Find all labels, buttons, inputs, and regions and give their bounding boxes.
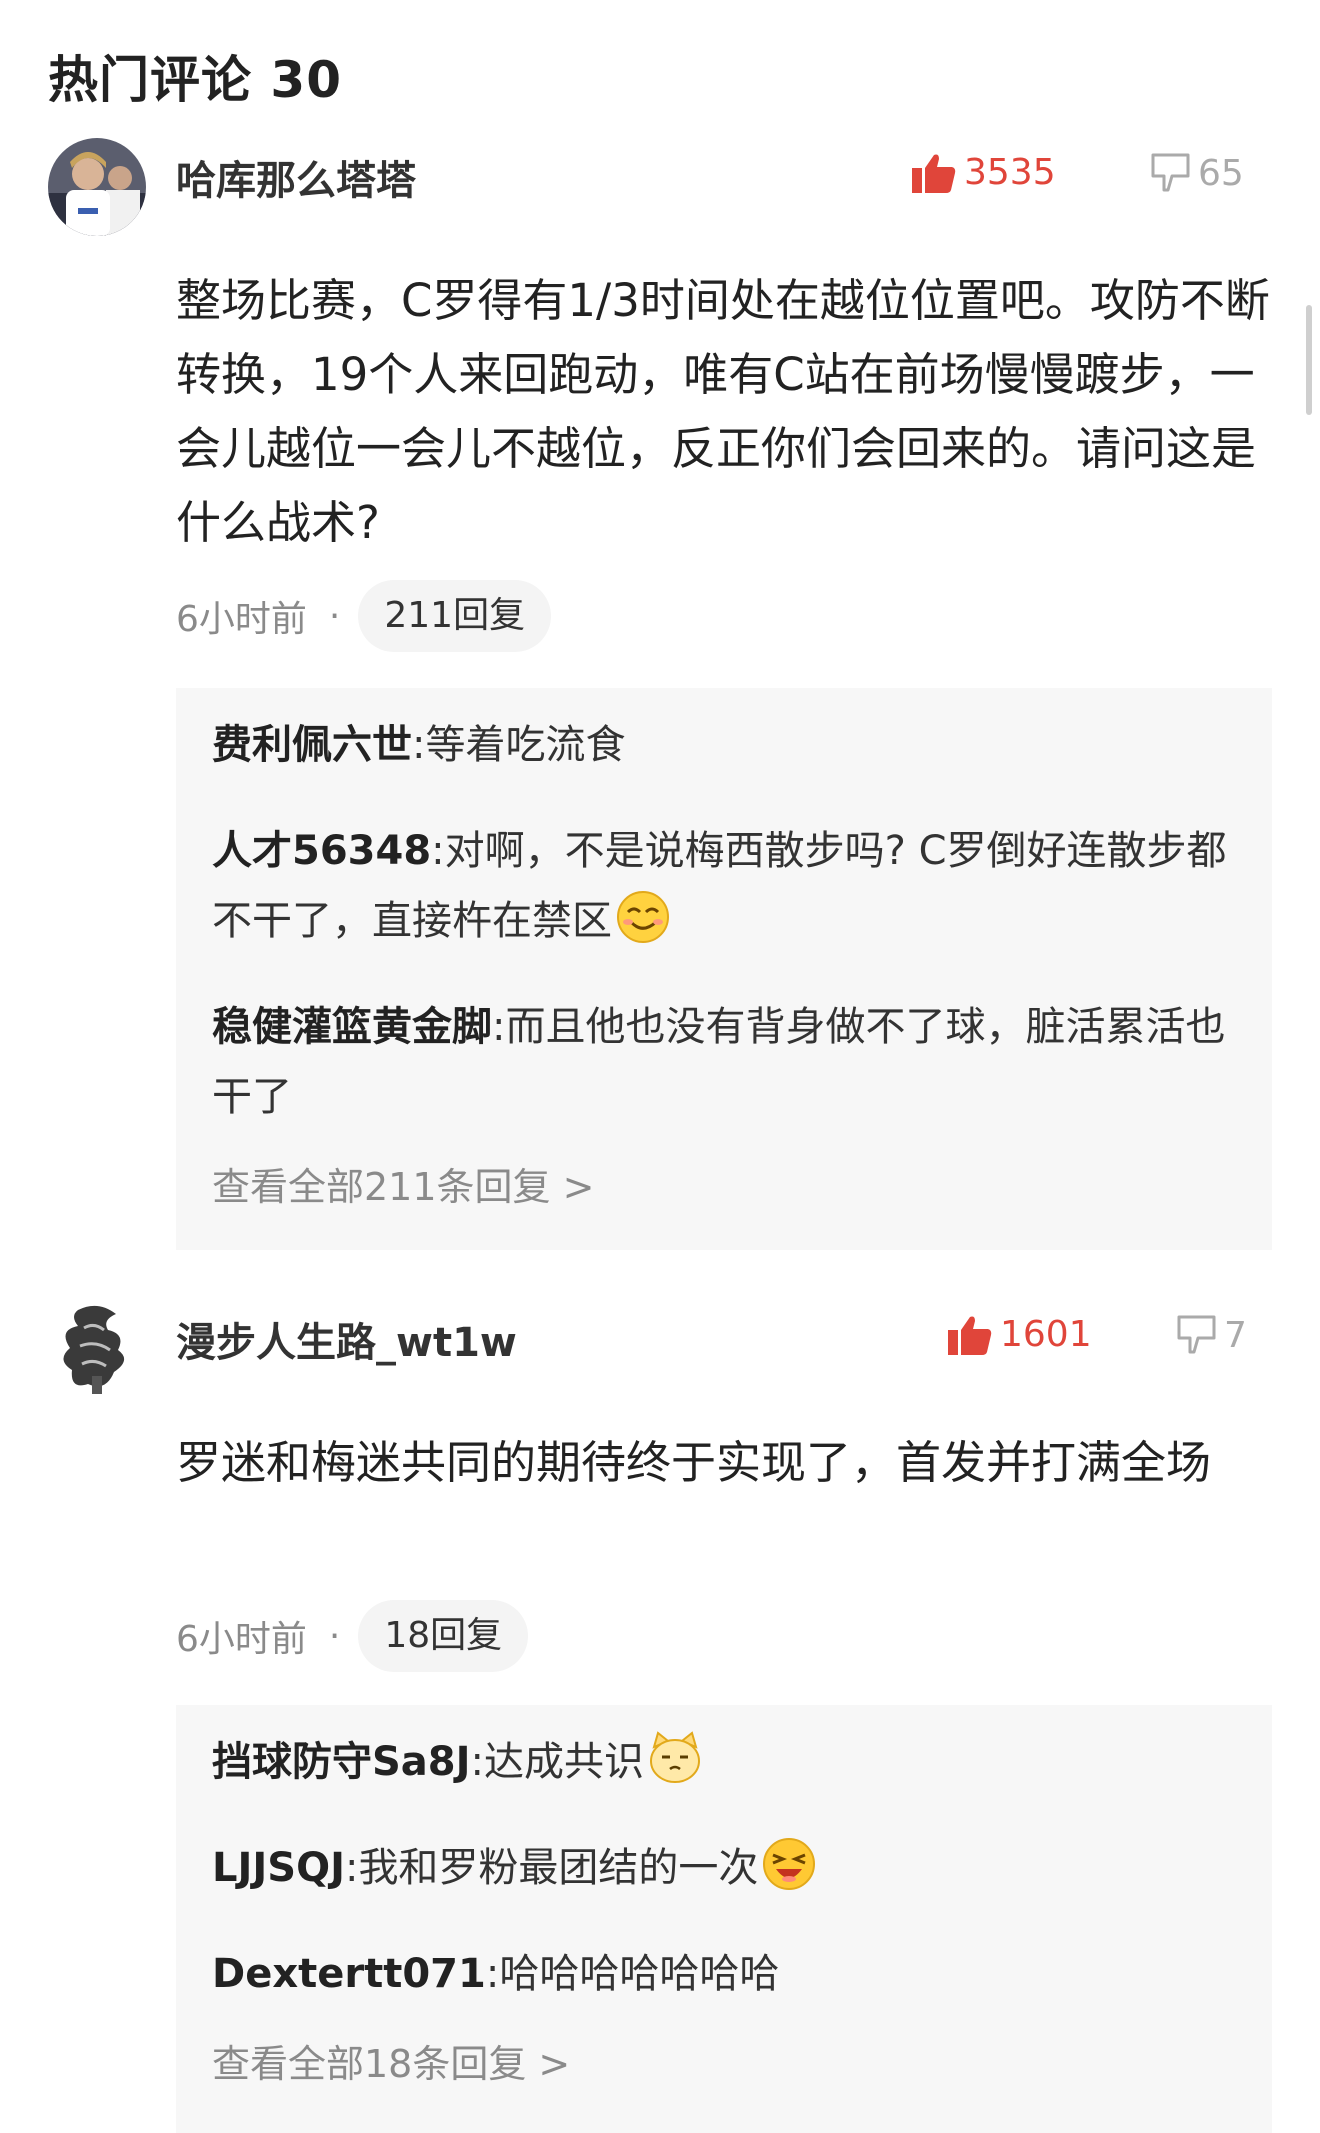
reply-text: 哈哈哈哈哈哈哈 (499, 1951, 780, 1997)
reply-separator: : (412, 722, 426, 768)
reply-text: 等着吃流食 (425, 722, 626, 768)
reply-preview-box: 费利佩六世:等着吃流食 人才56348:对啊，不是说梅西散步吗? C罗倒好连散步… (176, 688, 1272, 1250)
comments-page: 热门评论 30 哈库那么塔塔 3535 65 整场比赛，C罗得有1/3时间处在越… (0, 0, 1320, 2133)
view-all-replies-link[interactable]: 查看全部18条回复 > (212, 2029, 1236, 2099)
smirk-emoji-icon (617, 891, 669, 943)
comment-text: 整场比赛，C罗得有1/3时间处在越位位置吧。攻防不断转换，19个人来回跑动，唯有… (176, 274, 1270, 549)
dislike-button[interactable]: 7 (1176, 1314, 1247, 1356)
avatar[interactable] (48, 1300, 146, 1398)
reply-separator: : (485, 1951, 500, 1997)
reply-item[interactable]: 稳健灌篮黄金脚:而且他也没有背身做不了球，脏活累活也干了 (212, 992, 1236, 1132)
reply-item[interactable]: 费利佩六世:等着吃流食 (212, 710, 1236, 780)
comment-meta: 6小时前 · 18回复 (176, 1600, 529, 1672)
reply-username[interactable]: 挡球防守Sa8J (212, 1739, 471, 1785)
reply-text: 达成共识 (484, 1739, 644, 1785)
thumbs-up-icon (912, 154, 956, 193)
dislike-count: 7 (1224, 1314, 1247, 1356)
like-button[interactable]: 3535 (912, 152, 1056, 193)
thumbs-up-icon (948, 1316, 992, 1355)
reply-username[interactable]: 费利佩六世 (212, 722, 412, 768)
reply-separator: : (470, 1739, 484, 1785)
comment-meta: 6小时前 · 211回复 (176, 580, 552, 652)
section-title: 热门评论 30 (48, 51, 342, 109)
reply-count-button[interactable]: 18回复 (358, 1600, 529, 1672)
cat-face-emoji-icon (650, 1731, 700, 1783)
timestamp: 6小时前 (176, 599, 307, 640)
reply-username[interactable]: 稳健灌篮黄金脚 (212, 1004, 492, 1050)
reply-separator: : (344, 1845, 359, 1891)
avatar[interactable] (48, 138, 146, 236)
comment-text: 罗迷和梅迷共同的期待终于实现了，首发并打满全场 (176, 1436, 1212, 1489)
reply-item[interactable]: Dextertt071:哈哈哈哈哈哈哈 (212, 1939, 1236, 2009)
reply-username[interactable]: Dextertt071 (212, 1951, 486, 1997)
like-count: 3535 (964, 152, 1056, 193)
dislike-count: 65 (1198, 152, 1244, 194)
like-count: 1601 (1000, 1314, 1092, 1355)
view-all-replies-link[interactable]: 查看全部211条回复 > (212, 1152, 1236, 1222)
separator-dot: · (328, 1615, 341, 1657)
reply-item[interactable]: 挡球防守Sa8J:达成共识 (212, 1727, 1236, 1797)
reply-item[interactable]: 人才56348:对啊，不是说梅西散步吗? C罗倒好连散步都不干了，直接杵在禁区 (212, 816, 1236, 956)
reply-count-button[interactable]: 211回复 (358, 580, 552, 652)
scrollbar[interactable] (1306, 305, 1312, 415)
reply-text: 我和罗粉最团结的一次 (358, 1845, 759, 1891)
comment-username[interactable]: 漫步人生路_wt1w (176, 1310, 517, 1368)
like-button[interactable]: 1601 (948, 1314, 1092, 1355)
timestamp: 6小时前 (176, 1619, 307, 1660)
reply-item[interactable]: LJJSQJ:我和罗粉最团结的一次 (212, 1833, 1236, 1903)
thumbs-down-icon (1177, 1315, 1216, 1354)
reply-separator: : (492, 1004, 506, 1050)
reply-username[interactable]: 人才56348 (212, 828, 431, 874)
separator-dot: · (328, 595, 341, 637)
laughing-emoji-icon (763, 1838, 816, 1890)
reply-separator: : (431, 828, 445, 874)
reply-username[interactable]: LJJSQJ (212, 1845, 345, 1891)
dislike-button[interactable]: 65 (1150, 152, 1244, 194)
comment-username[interactable]: 哈库那么塔塔 (176, 148, 416, 206)
thumbs-down-icon (1151, 153, 1190, 192)
reply-preview-box: 挡球防守Sa8J:达成共识 LJJSQJ:我和罗粉最团结的一次 Dextertt… (176, 1705, 1272, 2133)
